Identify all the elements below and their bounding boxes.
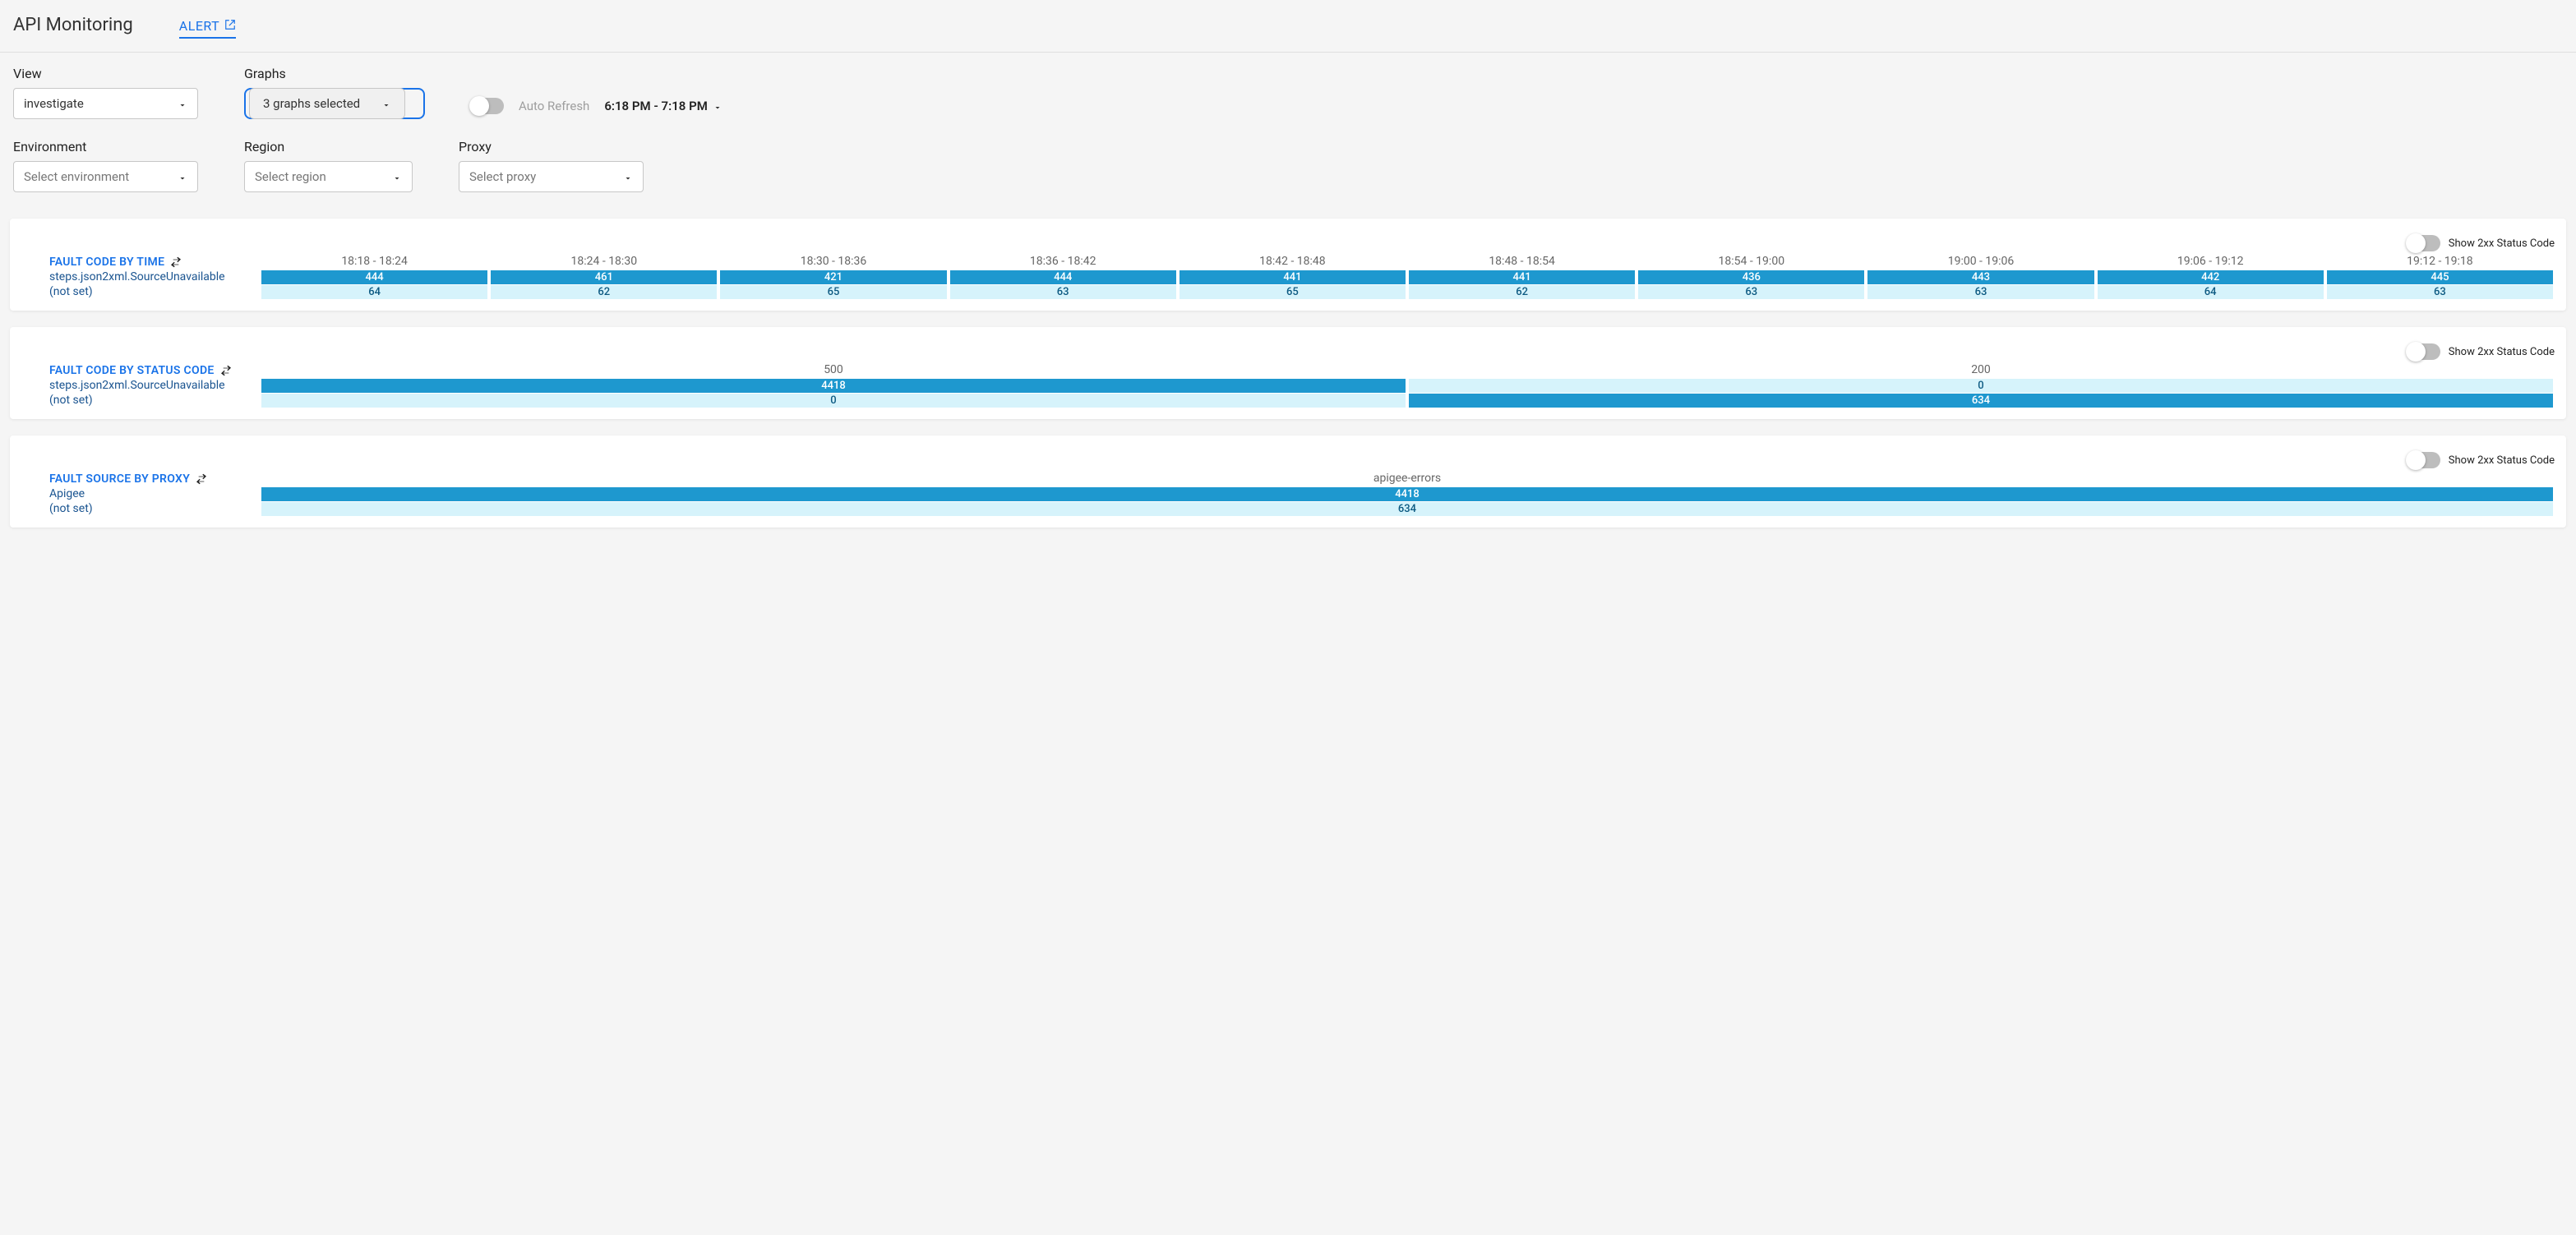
time-range-label: 6:18 PM - 7:18 PM xyxy=(604,99,708,113)
chart-card: Show 2xx Status Code FAULT CODE BY STATUS… xyxy=(10,327,2566,419)
chart-card: Show 2xx Status Code FAULT SOURCE BY PROX… xyxy=(10,435,2566,528)
heatmap-cell[interactable]: 444 xyxy=(950,270,1176,284)
auto-refresh-label: Auto Refresh xyxy=(519,99,589,113)
column-header: apigee-errors xyxy=(260,472,2555,486)
show-2xx-toggle[interactable] xyxy=(2407,343,2440,360)
chevron-down-icon xyxy=(713,101,722,111)
chevron-down-icon xyxy=(178,172,187,182)
chart-title: FAULT CODE BY TIME xyxy=(49,256,164,269)
show-2xx-label: Show 2xx Status Code xyxy=(2449,346,2555,358)
heatmap-cell[interactable]: 62 xyxy=(1409,285,1635,299)
column-header: 18:18 - 18:24 xyxy=(260,255,489,270)
page-title: API Monitoring xyxy=(13,15,133,35)
heatmap-cell[interactable]: 63 xyxy=(950,285,1176,299)
row-label: steps.json2xml.SourceUnavailable xyxy=(21,378,260,393)
heatmap-cell[interactable]: 442 xyxy=(2098,270,2324,284)
proxy-label: Proxy xyxy=(459,139,644,154)
heatmap-cell[interactable]: 0 xyxy=(261,394,1406,408)
heatmap-cell[interactable]: 444 xyxy=(261,270,487,284)
column-header: 18:54 - 19:00 xyxy=(1637,255,1866,270)
alert-link-label: ALERT xyxy=(179,18,219,34)
heatmap-cell[interactable]: 445 xyxy=(2327,270,2553,284)
chart-title: FAULT SOURCE BY PROXY xyxy=(49,472,190,486)
graphs-label: Graphs xyxy=(244,66,425,81)
column-header: 18:36 - 18:42 xyxy=(949,255,1178,270)
row-label: steps.json2xml.SourceUnavailable xyxy=(21,270,260,284)
external-link-icon xyxy=(224,18,236,34)
heatmap-cell[interactable]: 634 xyxy=(261,502,2553,516)
row-label: (not set) xyxy=(21,501,260,516)
column-header: 19:12 - 19:18 xyxy=(2325,255,2555,270)
auto-refresh-toggle[interactable] xyxy=(471,98,504,114)
view-select-value: investigate xyxy=(24,96,84,111)
graphs-select[interactable]: 3 graphs selected xyxy=(244,88,425,119)
swap-axes-icon[interactable] xyxy=(219,364,233,377)
heatmap-cell[interactable]: 63 xyxy=(1638,285,1864,299)
heatmap-cell[interactable]: 63 xyxy=(1867,285,2094,299)
heatmap-cell[interactable]: 0 xyxy=(1409,379,2553,393)
time-range-picker[interactable]: 6:18 PM - 7:18 PM xyxy=(604,99,722,113)
heatmap-cell[interactable]: 65 xyxy=(720,285,946,299)
chart-title: FAULT CODE BY STATUS CODE xyxy=(49,364,215,377)
proxy-select-placeholder: Select proxy xyxy=(469,169,536,184)
view-label: View xyxy=(13,66,198,81)
swap-axes-icon[interactable] xyxy=(195,472,208,486)
show-2xx-label: Show 2xx Status Code xyxy=(2449,237,2555,250)
heatmap-cell[interactable]: 421 xyxy=(720,270,946,284)
show-2xx-label: Show 2xx Status Code xyxy=(2449,454,2555,467)
heatmap-cell[interactable]: 461 xyxy=(491,270,717,284)
column-header: 19:00 - 19:06 xyxy=(1866,255,2095,270)
column-header: 18:42 - 18:48 xyxy=(1178,255,1407,270)
heatmap-cell[interactable]: 441 xyxy=(1409,270,1635,284)
graphs-select-value: 3 graphs selected xyxy=(263,96,360,111)
column-header: 18:48 - 18:54 xyxy=(1407,255,1637,270)
environment-label: Environment xyxy=(13,139,198,154)
heatmap-cell[interactable]: 65 xyxy=(1180,285,1406,299)
heatmap-cell[interactable]: 64 xyxy=(2098,285,2324,299)
heatmap-cell[interactable]: 443 xyxy=(1867,270,2094,284)
chevron-down-icon xyxy=(381,99,391,108)
region-label: Region xyxy=(244,139,413,154)
heatmap-cell[interactable]: 436 xyxy=(1638,270,1864,284)
column-header: 18:30 - 18:36 xyxy=(718,255,948,270)
proxy-select[interactable]: Select proxy xyxy=(459,161,644,192)
swap-axes-icon[interactable] xyxy=(169,256,182,269)
heatmap-cell[interactable]: 441 xyxy=(1180,270,1406,284)
heatmap-cell[interactable]: 64 xyxy=(261,285,487,299)
column-header: 500 xyxy=(260,363,1407,378)
heatmap-cell[interactable]: 4418 xyxy=(261,487,2553,501)
column-header: 200 xyxy=(1407,363,2555,378)
show-2xx-toggle[interactable] xyxy=(2407,452,2440,468)
alert-link[interactable]: ALERT xyxy=(179,18,236,39)
region-select[interactable]: Select region xyxy=(244,161,413,192)
row-label: Apigee xyxy=(21,486,260,501)
region-select-placeholder: Select region xyxy=(255,169,326,184)
row-label: (not set) xyxy=(21,393,260,408)
chart-card: Show 2xx Status Code FAULT CODE BY TIME 18… xyxy=(10,219,2566,311)
heatmap-cell[interactable]: 4418 xyxy=(261,379,1406,393)
environment-select-placeholder: Select environment xyxy=(24,169,129,184)
heatmap-cell[interactable]: 63 xyxy=(2327,285,2553,299)
chevron-down-icon xyxy=(178,99,187,108)
row-label: (not set) xyxy=(21,284,260,299)
column-header: 18:24 - 18:30 xyxy=(489,255,718,270)
show-2xx-toggle[interactable] xyxy=(2407,235,2440,251)
chevron-down-icon xyxy=(623,172,633,182)
chevron-down-icon xyxy=(392,172,402,182)
view-select[interactable]: investigate xyxy=(13,88,198,119)
column-header: 19:06 - 19:12 xyxy=(2096,255,2325,270)
environment-select[interactable]: Select environment xyxy=(13,161,198,192)
heatmap-cell[interactable]: 634 xyxy=(1409,394,2553,408)
heatmap-cell[interactable]: 62 xyxy=(491,285,717,299)
